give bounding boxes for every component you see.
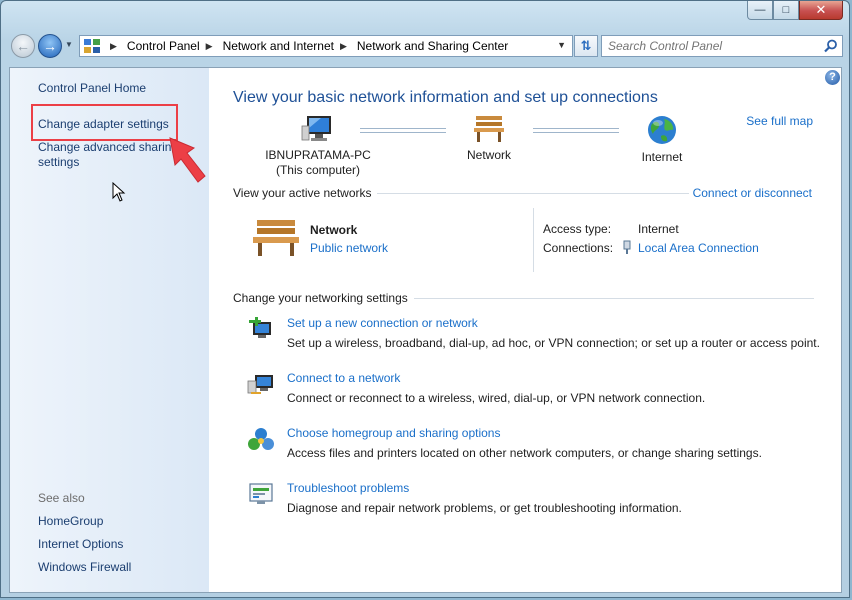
back-arrow-icon: ← bbox=[16, 38, 30, 54]
red-arrow-icon bbox=[169, 137, 206, 183]
connections-label: Connections: bbox=[543, 241, 614, 255]
network-location-link[interactable]: Public network bbox=[310, 241, 388, 255]
map-node-internet[interactable]: Internet bbox=[622, 114, 702, 165]
address-bar[interactable]: ▶ Control Panel ▶ Network and Internet ▶… bbox=[79, 35, 573, 57]
sidebar-item-windows-firewall[interactable]: Windows Firewall bbox=[38, 560, 198, 575]
main-panel: ? View your basic network information an… bbox=[209, 68, 841, 592]
computer-icon bbox=[301, 116, 331, 141]
maximize-button[interactable]: □ bbox=[773, 1, 799, 20]
breadcrumb-control-panel[interactable]: Control Panel bbox=[127, 39, 200, 53]
search-icon[interactable] bbox=[824, 39, 838, 53]
search-box[interactable] bbox=[601, 35, 843, 57]
task-description: Access files and printers located on oth… bbox=[287, 446, 762, 460]
public-network-bench-icon bbox=[253, 220, 299, 256]
maximize-icon: □ bbox=[782, 4, 790, 16]
see-also-heading: See also bbox=[38, 491, 85, 505]
control-panel-icon bbox=[84, 39, 100, 53]
map-node-computer[interactable]: IBNUPRATAMA-PC (This computer) bbox=[253, 114, 383, 178]
task-description: Connect or reconnect to a wireless, wire… bbox=[287, 391, 706, 405]
globe-icon bbox=[648, 116, 676, 144]
active-networks-heading: View your active networks bbox=[233, 186, 372, 200]
task-title[interactable]: Connect to a network bbox=[287, 371, 400, 385]
network-sharing-center-window: — □ ✕ ← → ▼ ▶ Control Panel ▶ Network an… bbox=[0, 0, 850, 598]
ethernet-icon bbox=[623, 240, 631, 254]
task-sidebar: Control Panel Home Change adapter settin… bbox=[10, 68, 209, 592]
annotation-highlight-box bbox=[31, 104, 178, 141]
task-title[interactable]: Choose homegroup and sharing options bbox=[287, 426, 500, 440]
sidebar-item-internet-options[interactable]: Internet Options bbox=[38, 537, 198, 552]
bench-icon bbox=[474, 116, 504, 142]
task-description: Diagnose and repair network problems, or… bbox=[287, 501, 682, 515]
refresh-button[interactable]: ⇅ bbox=[574, 35, 598, 57]
breadcrumb-separator[interactable]: ▶ bbox=[340, 41, 347, 52]
vertical-divider bbox=[533, 208, 534, 272]
forward-button[interactable]: → bbox=[38, 34, 62, 58]
see-full-map-link[interactable]: See full map bbox=[746, 114, 813, 128]
sidebar-item-control-panel-home[interactable]: Control Panel Home bbox=[38, 81, 198, 96]
help-icon[interactable]: ? bbox=[825, 70, 840, 85]
content-area: Control Panel Home Change adapter settin… bbox=[9, 67, 842, 593]
troubleshoot-icon bbox=[249, 483, 273, 504]
window-controls: — □ ✕ bbox=[747, 1, 843, 20]
change-settings-heading: Change your networking settings bbox=[233, 291, 408, 305]
refresh-icon: ⇅ bbox=[580, 38, 592, 53]
new-connection-icon bbox=[249, 317, 271, 338]
map-connector bbox=[360, 128, 446, 133]
breadcrumb-network-sharing-center[interactable]: Network and Sharing Center bbox=[357, 39, 508, 53]
local-area-connection-link[interactable]: Local Area Connection bbox=[638, 241, 759, 255]
page-title: View your basic network information and … bbox=[233, 89, 658, 106]
task-title[interactable]: Set up a new connection or network bbox=[287, 316, 478, 330]
sidebar-item-change-advanced-sharing[interactable]: Change advanced sharing settings bbox=[38, 140, 188, 170]
active-network-name: Network bbox=[310, 223, 358, 237]
task-title[interactable]: Troubleshoot problems bbox=[287, 481, 409, 495]
sidebar-item-homegroup[interactable]: HomeGroup bbox=[38, 514, 198, 529]
minimize-icon: — bbox=[754, 4, 766, 16]
homegroup-icon bbox=[248, 428, 274, 450]
close-icon: ✕ bbox=[815, 2, 827, 17]
mouse-cursor-icon bbox=[112, 182, 126, 202]
breadcrumb-separator[interactable]: ▶ bbox=[206, 41, 213, 52]
navigation-bar: ← → ▼ ▶ Control Panel ▶ Network and Inte… bbox=[9, 33, 843, 61]
forward-arrow-icon: → bbox=[43, 38, 57, 54]
recent-pages-dropdown[interactable]: ▼ bbox=[65, 40, 73, 49]
breadcrumb-separator[interactable]: ▶ bbox=[110, 41, 117, 52]
close-button[interactable]: ✕ bbox=[799, 1, 843, 20]
network-label: Network bbox=[466, 148, 511, 162]
connect-or-disconnect-link[interactable]: Connect or disconnect bbox=[693, 186, 812, 200]
address-dropdown-icon[interactable]: ▼ bbox=[557, 40, 566, 50]
section-divider bbox=[414, 298, 814, 299]
back-button[interactable]: ← bbox=[11, 34, 35, 58]
task-description: Set up a wireless, broadband, dial-up, a… bbox=[287, 336, 820, 350]
section-divider bbox=[377, 193, 689, 194]
map-connector bbox=[533, 128, 619, 133]
map-node-network[interactable]: Network bbox=[449, 114, 529, 163]
internet-label: Internet bbox=[641, 150, 683, 164]
access-type-label: Access type: bbox=[543, 222, 612, 236]
minimize-button[interactable]: — bbox=[747, 1, 773, 20]
computer-name: IBNUPRATAMA-PC bbox=[265, 148, 371, 162]
access-type-value: Internet bbox=[638, 222, 679, 236]
computer-subtitle: (This computer) bbox=[275, 163, 361, 177]
breadcrumb-network-and-internet[interactable]: Network and Internet bbox=[223, 39, 334, 53]
search-input[interactable] bbox=[608, 39, 808, 53]
connect-network-icon bbox=[247, 375, 273, 394]
